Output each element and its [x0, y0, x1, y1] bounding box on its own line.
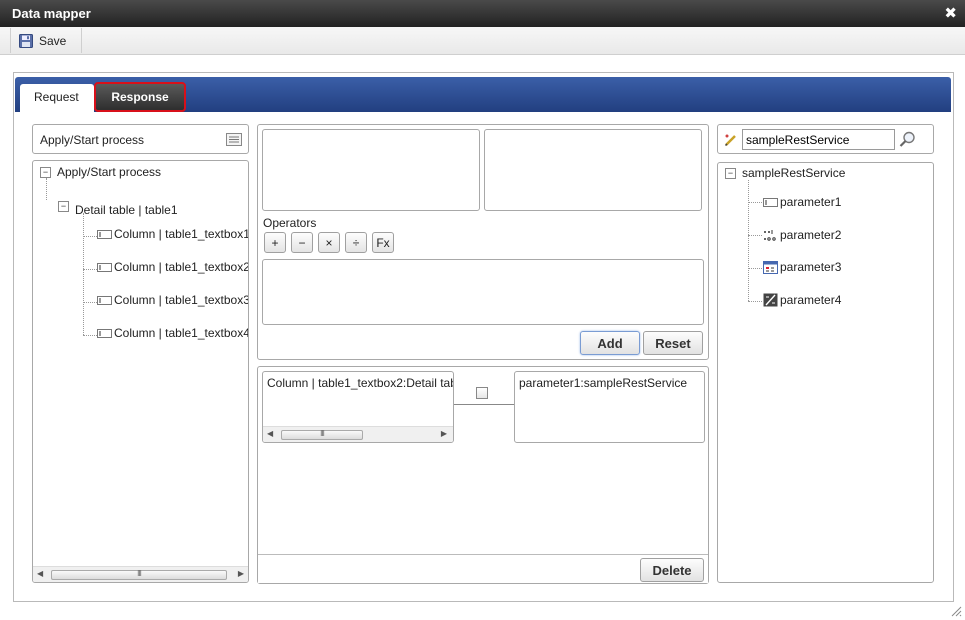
process-selector[interactable]: Apply/Start process: [32, 124, 249, 154]
scroll-left-icon[interactable]: ◀: [37, 569, 43, 578]
text-field-icon: [97, 262, 112, 272]
tree-node-root[interactable]: − sampleRestService: [725, 166, 845, 180]
collapse-icon[interactable]: −: [40, 166, 51, 178]
mapping-checkbox[interactable]: [476, 387, 488, 399]
tree-node-label: Detail table | table1: [75, 203, 178, 217]
horizontal-scrollbar[interactable]: ◀ III ▶: [33, 566, 248, 582]
resize-grip-icon[interactable]: [950, 605, 962, 617]
tree-node-table[interactable]: − Detail table | table1: [58, 195, 178, 217]
save-icon: [19, 33, 33, 48]
scrollbar-thumb[interactable]: III: [51, 569, 227, 580]
tree-node-label: parameter2: [780, 228, 842, 242]
tree-node-label: parameter4: [780, 293, 842, 307]
tree-node-label: Column | table1_textbox1: [114, 227, 249, 241]
text-field-icon: [763, 197, 778, 207]
formula-icon: [763, 293, 778, 307]
operator-multiply-button[interactable]: ×: [318, 232, 340, 253]
tree-node-column[interactable]: Column | table1_textbox3: [97, 293, 249, 307]
pencil-icon: [724, 134, 736, 147]
calendar-icon: [763, 261, 778, 274]
tree-node-label: Column | table1_textbox3: [114, 293, 249, 307]
scroll-left-icon[interactable]: ◀: [267, 429, 273, 438]
tree-node-column[interactable]: Column | table1_textbox1: [97, 227, 249, 241]
tree-node-parameter[interactable]: parameter1: [763, 195, 841, 209]
number-icon: [764, 229, 776, 241]
tree-node-column[interactable]: Column | table1_textbox2: [97, 260, 249, 274]
tree-node-parameter[interactable]: parameter4: [763, 293, 841, 307]
collapse-icon[interactable]: −: [725, 167, 736, 179]
text-field-icon: [97, 229, 112, 239]
scroll-right-icon[interactable]: ▶: [441, 429, 447, 438]
expression-input[interactable]: [262, 259, 704, 325]
tab-request[interactable]: Request: [20, 84, 94, 112]
tree-node-label: parameter3: [780, 260, 842, 274]
process-selector-value: Apply/Start process: [40, 133, 145, 147]
tree-node-label: Column | table1_textbox4: [114, 326, 249, 340]
mapping-source[interactable]: Column | table1_textbox2:Detail table ◀ …: [262, 371, 454, 443]
tree-node-label: parameter1: [780, 195, 842, 209]
tree-node-label: sampleRestService: [742, 166, 846, 180]
window-titlebar: Data mapper ✖: [0, 0, 965, 27]
scrollbar-thumb[interactable]: III: [281, 429, 363, 440]
scroll-right-icon[interactable]: ▶: [238, 569, 244, 578]
mapping-target-label: parameter1:sampleRestService: [519, 376, 688, 390]
tree-node-parameter[interactable]: parameter2: [763, 228, 841, 242]
tree-node-parameter[interactable]: parameter3: [763, 260, 841, 274]
operator-plus-button[interactable]: +: [264, 232, 286, 253]
tree-node-label: Apply/Start process: [57, 165, 162, 179]
response-target-tree: − sampleRestService parameter1 parameter…: [717, 162, 934, 583]
tree-node-root[interactable]: − Apply/Start process: [40, 165, 161, 179]
mapping-target[interactable]: parameter1:sampleRestService: [514, 371, 705, 443]
tab-response[interactable]: Response: [94, 82, 186, 112]
text-field-icon: [97, 328, 112, 338]
list-icon[interactable]: [226, 133, 242, 146]
service-search-input[interactable]: [742, 129, 895, 150]
mapping-source-label: Column | table1_textbox2:Detail table: [267, 376, 454, 390]
horizontal-scrollbar[interactable]: ◀ III ▶: [263, 426, 453, 442]
add-button[interactable]: Add: [580, 331, 640, 355]
window-title: Data mapper: [12, 6, 91, 21]
operator-divide-button[interactable]: ÷: [345, 232, 367, 253]
operator-minus-button[interactable]: −: [291, 232, 313, 253]
tree-node-column[interactable]: Column | table1_textbox4: [97, 326, 249, 340]
mapping-connector: [454, 404, 514, 405]
selected-source-box[interactable]: [262, 129, 480, 211]
save-button[interactable]: Save: [10, 28, 82, 53]
request-source-tree: − Apply/Start process − Detail table | t…: [32, 160, 249, 583]
search-icon[interactable]: [899, 131, 916, 148]
operator-function-button[interactable]: Fx: [372, 232, 394, 253]
text-field-icon: [97, 295, 112, 305]
selected-target-box[interactable]: [484, 129, 702, 211]
operators-label: Operators: [263, 216, 317, 230]
toolbar: Save: [0, 27, 965, 55]
close-icon[interactable]: ✖: [944, 4, 957, 22]
tree-node-label: Column | table1_textbox2: [114, 260, 249, 274]
delete-button[interactable]: Delete: [640, 558, 704, 582]
save-button-label: Save: [39, 33, 67, 48]
collapse-icon[interactable]: −: [58, 200, 69, 212]
reset-button[interactable]: Reset: [643, 331, 703, 355]
